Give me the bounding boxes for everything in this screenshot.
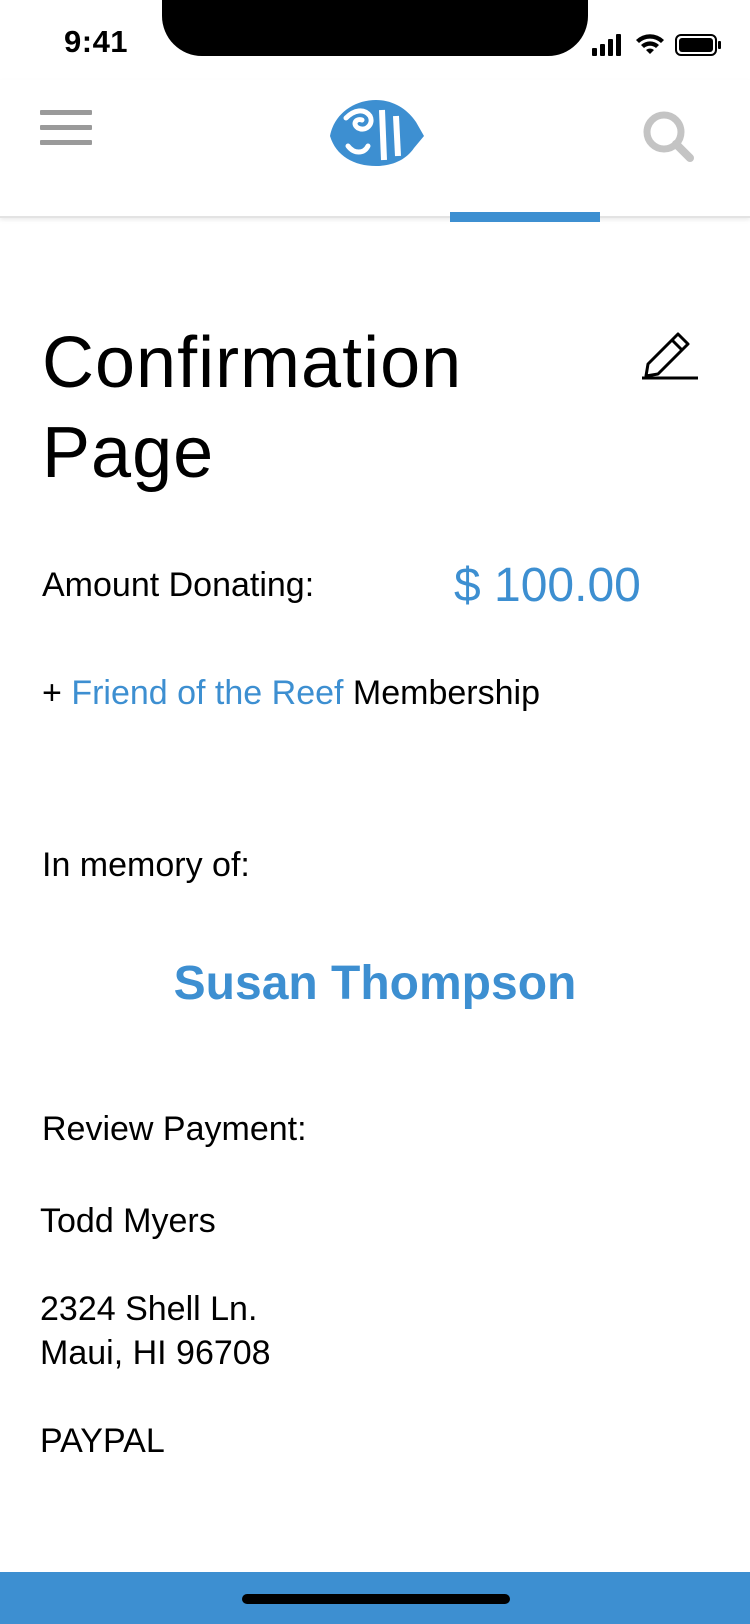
signal-icon bbox=[592, 34, 621, 56]
amount-label: Amount Donating: bbox=[42, 566, 315, 604]
status-icons bbox=[592, 30, 722, 60]
amount-value: $ 100.00 bbox=[454, 559, 641, 612]
hamburger-icon[interactable] bbox=[40, 108, 92, 148]
address-line-1: 2324 Shell Ln. bbox=[40, 1290, 258, 1328]
review-payment-label: Review Payment: bbox=[42, 1110, 307, 1148]
address-line-2: Maui, HI 96708 bbox=[40, 1334, 271, 1372]
memory-label: In memory of: bbox=[42, 846, 250, 884]
device-notch bbox=[162, 0, 588, 56]
status-time: 9:41 bbox=[64, 24, 129, 59]
membership-link[interactable]: Friend of the Reef bbox=[71, 674, 343, 712]
memory-name: Susan Thompson bbox=[173, 957, 577, 1010]
wifi-icon bbox=[636, 34, 664, 54]
membership-suffix: Membership bbox=[343, 674, 540, 712]
battery-icon bbox=[675, 34, 721, 56]
tab-indicator bbox=[450, 212, 600, 222]
fish-logo-icon[interactable] bbox=[324, 96, 426, 170]
home-indicator[interactable] bbox=[242, 1594, 510, 1604]
membership-prefix: + bbox=[42, 674, 72, 712]
pencil-icon[interactable] bbox=[640, 324, 700, 380]
search-icon[interactable] bbox=[640, 108, 696, 164]
page-title: Confirmation Page bbox=[42, 323, 463, 493]
membership-line: + Friend of the Reef Membership bbox=[42, 674, 540, 713]
payment-method: PAYPAL bbox=[40, 1422, 165, 1460]
payer-name: Todd Myers bbox=[40, 1202, 216, 1240]
